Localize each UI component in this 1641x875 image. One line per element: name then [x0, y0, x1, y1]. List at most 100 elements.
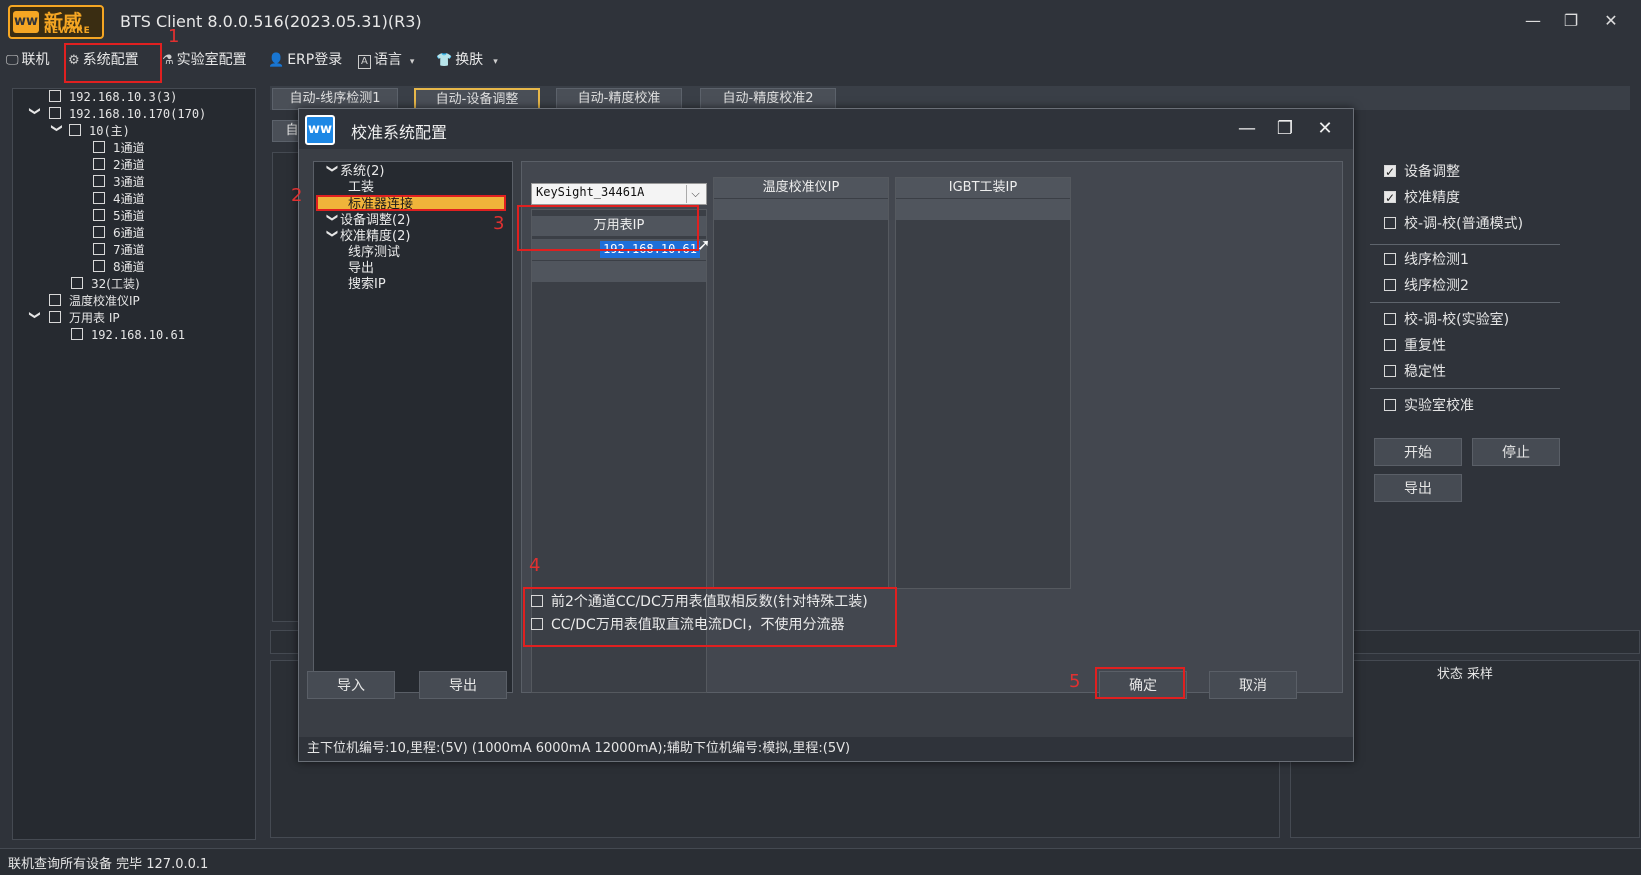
- check-cal-adj-cal-normal[interactable]: 校-调-校(普通模式): [1384, 214, 1523, 234]
- device-tree-panel: 192.168.10.3(3) ❯ 192.168.10.170(170) ❯ 10…: [12, 88, 256, 840]
- checkbox[interactable]: [93, 260, 105, 272]
- restore-button[interactable]: ❐: [1556, 8, 1586, 34]
- check-stability[interactable]: 稳定性: [1384, 362, 1446, 382]
- check-repeatability[interactable]: 重复性: [1384, 336, 1446, 356]
- checkbox[interactable]: [93, 141, 105, 153]
- logo-subtext: NEWARE: [44, 26, 91, 36]
- chevron-down-icon[interactable]: ❯: [27, 311, 44, 327]
- check-label: 线序检测1: [1404, 252, 1469, 268]
- checkbox[interactable]: [93, 243, 105, 255]
- config-tree-label: 搜索IP: [348, 277, 386, 292]
- dialog-restore-button[interactable]: ❐: [1271, 115, 1299, 143]
- tree-item[interactable]: 32(工装): [71, 276, 140, 293]
- cancel-button[interactable]: 取消: [1209, 671, 1297, 699]
- annotation-number-5: 5: [1069, 671, 1081, 692]
- config-tree-item-device-adjust[interactable]: ❯设备调整(2): [324, 213, 410, 229]
- chevron-down-icon[interactable]: ⌵: [686, 185, 704, 203]
- start-button[interactable]: 开始: [1374, 438, 1462, 466]
- multimeter-model-select[interactable]: KeySight_34461A ⌵: [531, 183, 707, 205]
- tab-device-adjust[interactable]: 自动-设备调整: [414, 88, 540, 110]
- tree-item[interactable]: 2通道: [93, 157, 145, 174]
- checkbox[interactable]: [1384, 365, 1396, 377]
- checkbox[interactable]: [1384, 217, 1396, 229]
- menu-language[interactable]: A 语言 ▾: [358, 49, 417, 71]
- config-tree-item-standard-connection[interactable]: 标准器连接: [316, 195, 506, 212]
- checkbox[interactable]: [49, 107, 61, 119]
- check-cal-adj-cal-lab[interactable]: 校-调-校(实验室): [1384, 310, 1509, 330]
- check-calibration-precision[interactable]: 校准精度: [1384, 188, 1460, 208]
- dialog-status-text: 主下位机编号:10,里程:(5V) (1000mA 6000mA 12000mA…: [299, 737, 1353, 761]
- checkbox[interactable]: [93, 158, 105, 170]
- menu-lab-config[interactable]: ⚗ 实验室配置: [162, 49, 247, 71]
- tab-precision-calibration[interactable]: 自动-精度校准: [556, 88, 682, 110]
- checkbox[interactable]: [93, 209, 105, 221]
- tree-item-label: 温度校准仪IP: [69, 294, 140, 308]
- checkbox[interactable]: [93, 175, 105, 187]
- checkbox[interactable]: [69, 124, 81, 136]
- checkbox[interactable]: [49, 311, 61, 323]
- checkbox[interactable]: [93, 192, 105, 204]
- menu-erp-login-label: ERP登录: [287, 52, 343, 68]
- checkbox[interactable]: [49, 294, 61, 306]
- check-device-adjust[interactable]: 设备调整: [1384, 162, 1460, 182]
- tree-item[interactable]: 温度校准仪IP: [49, 293, 140, 310]
- checkbox[interactable]: [71, 328, 83, 340]
- checkbox[interactable]: [1384, 279, 1396, 291]
- check-lab-calibration[interactable]: 实验室校准: [1384, 396, 1474, 416]
- export-button[interactable]: 导出: [1374, 474, 1462, 502]
- igbt-ip-row-empty[interactable]: [896, 198, 1070, 220]
- tab-precision-calibration-2[interactable]: 自动-精度校准2: [700, 88, 836, 110]
- chevron-down-icon[interactable]: ❯: [27, 107, 44, 123]
- tree-item[interactable]: 192.168.10.61: [71, 327, 185, 344]
- config-tree-item-system[interactable]: ❯系统(2): [324, 164, 384, 180]
- config-tree-item-calibration-precision[interactable]: ❯校准精度(2): [324, 229, 410, 245]
- checkbox[interactable]: [93, 226, 105, 238]
- temperature-ip-row-empty[interactable]: [714, 198, 888, 220]
- checkbox[interactable]: [71, 277, 83, 289]
- tree-item[interactable]: ❯ 10(主): [49, 123, 130, 140]
- tree-item[interactable]: 4通道: [93, 191, 145, 208]
- config-tree-item-sequence-test[interactable]: 线序测试: [348, 245, 400, 261]
- checkbox[interactable]: [1384, 339, 1396, 351]
- menu-connect[interactable]: 🖵 联机: [6, 49, 50, 71]
- dialog-export-button[interactable]: 导出: [419, 671, 507, 699]
- checkbox[interactable]: [1384, 399, 1396, 411]
- tree-item[interactable]: 3通道: [93, 174, 145, 191]
- close-button[interactable]: ✕: [1596, 8, 1626, 34]
- checkbox[interactable]: [1384, 162, 1396, 182]
- menu-skin[interactable]: 👕 换肤 ▾: [436, 49, 501, 71]
- menu-erp-login[interactable]: 👤 ERP登录: [268, 49, 342, 71]
- checkbox[interactable]: [1384, 253, 1396, 265]
- check-sequence-2[interactable]: 线序检测2: [1384, 276, 1469, 296]
- tree-item[interactable]: 192.168.10.3(3): [49, 89, 177, 106]
- tab-sequence-check-1[interactable]: 自动-线序检测1: [272, 88, 398, 110]
- stop-button[interactable]: 停止: [1472, 438, 1560, 466]
- chevron-down-icon[interactable]: ❯: [49, 124, 66, 140]
- shirt-icon: 👕: [436, 53, 453, 68]
- checkbox[interactable]: [49, 90, 61, 102]
- chevron-down-icon[interactable]: ❯: [324, 164, 340, 180]
- minimize-button[interactable]: —: [1518, 8, 1548, 34]
- tree-item[interactable]: 5通道: [93, 208, 145, 225]
- check-sequence-1[interactable]: 线序检测1: [1384, 250, 1469, 270]
- dialog-close-button[interactable]: ✕: [1311, 115, 1339, 143]
- config-tree-item-fixture[interactable]: 工装: [348, 180, 374, 196]
- tree-item[interactable]: ❯ 万用表 IP: [27, 310, 120, 327]
- chevron-down-icon[interactable]: ❯: [324, 229, 340, 245]
- multimeter-ip-row-empty[interactable]: [532, 260, 706, 282]
- check-label: 校-调-校(普通模式): [1404, 216, 1524, 232]
- import-button[interactable]: 导入: [307, 671, 395, 699]
- tree-item[interactable]: ❯ 192.168.10.170(170): [27, 106, 207, 123]
- config-tree-item-export[interactable]: 导出: [348, 261, 374, 277]
- dialog-minimize-button[interactable]: —: [1233, 115, 1261, 143]
- chevron-down-icon[interactable]: ❯: [324, 213, 340, 229]
- tree-item[interactable]: 6通道: [93, 225, 145, 242]
- tree-item-label: 2通道: [113, 158, 145, 172]
- tree-item[interactable]: 7通道: [93, 242, 145, 259]
- app-title: BTS Client 8.0.0.516(2023.05.31)(R3): [120, 12, 422, 31]
- checkbox[interactable]: [1384, 313, 1396, 325]
- tree-item[interactable]: 8通道: [93, 259, 145, 276]
- tree-item[interactable]: 1通道: [93, 140, 145, 157]
- config-tree-item-search-ip[interactable]: 搜索IP: [348, 277, 386, 293]
- checkbox[interactable]: [1384, 188, 1396, 208]
